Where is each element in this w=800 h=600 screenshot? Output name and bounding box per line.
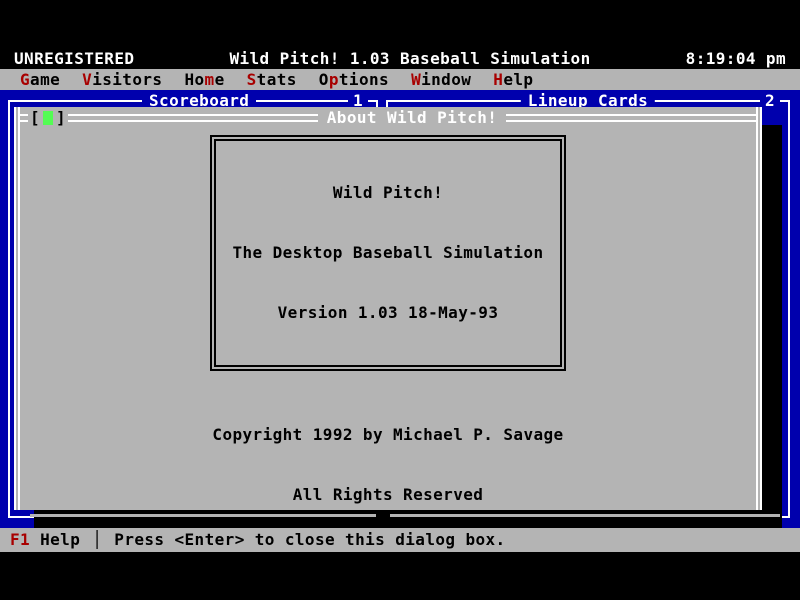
dialog-columns: This is an UNREGISTERED, EVALUATION ONLY… xyxy=(20,563,756,600)
about-dialog: [ ] About Wild Pitch! Wild Pitch! The De… xyxy=(14,107,762,510)
border-line xyxy=(68,114,318,122)
app-title: Wild Pitch! 1.03 Baseball Simulation xyxy=(229,49,590,69)
rights-line: All Rights Reserved xyxy=(20,485,756,505)
version-box-inner: Wild Pitch! The Desktop Baseball Simulat… xyxy=(214,139,561,367)
dialog-close-button[interactable]: [ ] xyxy=(28,108,68,128)
version-box: Wild Pitch! The Desktop Baseball Simulat… xyxy=(210,135,565,371)
evaluation-notice: This is an UNREGISTERED, EVALUATION ONLY… xyxy=(30,563,385,600)
product-tagline: The Desktop Baseball Simulation xyxy=(232,243,543,263)
window-lineup-cards-number[interactable]: 2 xyxy=(760,91,780,111)
menu-item-visitors[interactable]: Visitors xyxy=(82,70,162,90)
app-titlebar: UNREGISTERED Wild Pitch! 1.03 Baseball S… xyxy=(0,48,800,69)
menu-item-home[interactable]: Home xyxy=(184,70,224,90)
menu-item-stats[interactable]: Stats xyxy=(247,70,297,90)
product-version: Version 1.03 18-May-93 xyxy=(232,303,543,323)
dialog-title: About Wild Pitch! xyxy=(318,108,507,128)
border-line xyxy=(20,114,28,122)
close-bracket-left: [ xyxy=(30,108,40,128)
menu-item-window[interactable]: Window xyxy=(411,70,471,90)
menu-item-game[interactable]: Game xyxy=(20,70,60,90)
copyright-line: Copyright 1992 by Michael P. Savage xyxy=(20,425,756,445)
product-name: Wild Pitch! xyxy=(232,183,543,203)
border-line xyxy=(506,114,756,122)
menu-bar: Game Visitors Home Stats Options Window … xyxy=(0,69,800,90)
registration-status: UNREGISTERED xyxy=(14,49,134,69)
menu-item-options[interactable]: Options xyxy=(319,70,389,90)
dialog-titlebar: [ ] About Wild Pitch! xyxy=(20,107,756,129)
dos-screen: UNREGISTERED Wild Pitch! 1.03 Baseball S… xyxy=(0,0,800,600)
menu-item-help[interactable]: Help xyxy=(493,70,533,90)
close-green-square-icon xyxy=(43,111,53,125)
clock: 8:19:04 pm xyxy=(686,49,786,69)
copyright-block: Copyright 1992 by Michael P. Savage All … xyxy=(20,385,756,545)
registration-info: To Register, send $25 in check or money … xyxy=(385,563,746,600)
close-bracket-right: ] xyxy=(56,108,66,128)
desktop: Scoreboard 1 Lineup Cards 2 [ ] About Wi… xyxy=(0,90,800,528)
